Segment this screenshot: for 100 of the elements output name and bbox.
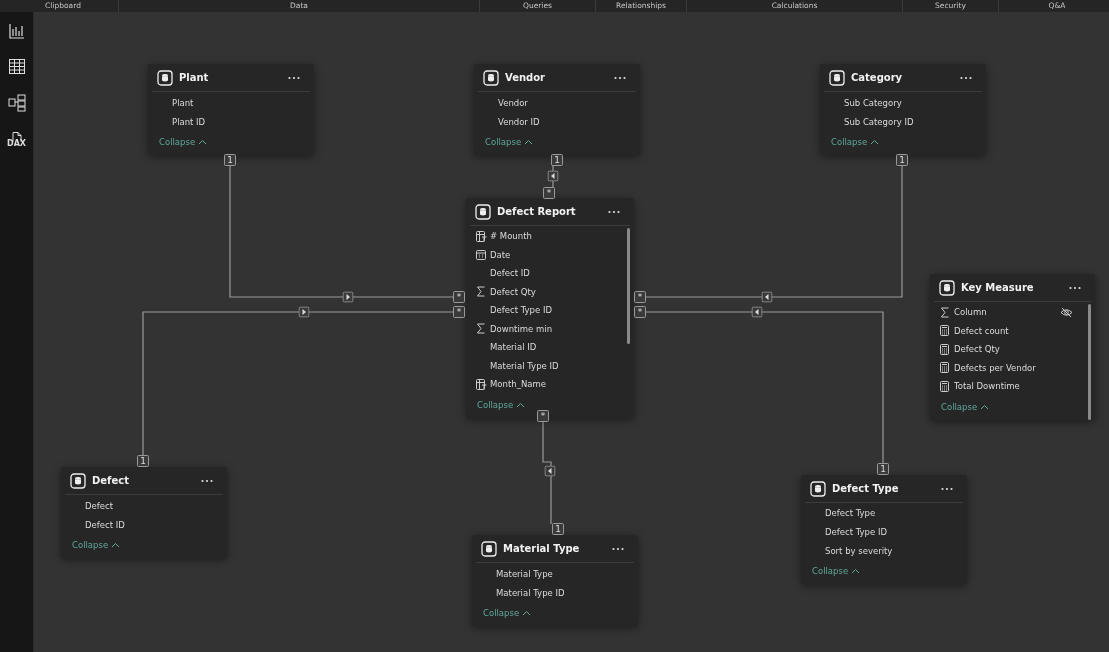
table-card[interactable]: Defect Defect Defect ID Collapse (61, 467, 227, 558)
field-name: Defect Type (825, 508, 877, 519)
field-item[interactable]: Material ID (466, 338, 634, 357)
field-item[interactable]: Defect Type ID (801, 522, 967, 542)
table-icon (481, 540, 497, 557)
field-name: Defect Qty (490, 286, 537, 297)
collapse-link[interactable]: Collapse (61, 534, 125, 558)
field-name: # Mounth (490, 231, 533, 242)
scrollbar[interactable] (627, 228, 630, 344)
field-name: Sub Category ID (844, 116, 915, 127)
field-name: Plant (172, 97, 195, 108)
field-name: Total Downtime (954, 381, 1021, 392)
more-options-icon[interactable] (1069, 285, 1081, 290)
field-item[interactable]: Defect (61, 496, 227, 515)
field-item[interactable]: Date (466, 245, 634, 264)
field-item[interactable]: Material Type ID (472, 583, 638, 602)
sigma-icon (476, 323, 486, 335)
table-grid-icon[interactable] (8, 59, 25, 74)
caret-up-icon[interactable] (111, 542, 121, 548)
field-item[interactable]: Defect Type (801, 504, 967, 523)
table-card[interactable]: Plant Plant Plant ID Collapse (148, 64, 314, 155)
hidden-eye-icon[interactable] (1060, 306, 1073, 318)
table-title: Category (851, 72, 904, 83)
collapse-link[interactable]: Collapse (801, 560, 865, 585)
more-options-icon[interactable] (608, 209, 620, 214)
field-item[interactable]: Total Downtime (930, 377, 1095, 396)
table-card[interactable]: Vendor Vendor Vendor ID Collapse (474, 64, 640, 155)
field-name: Date (490, 249, 512, 260)
collapse-link[interactable]: Collapse (148, 131, 212, 155)
cardinality-label: 1 (551, 154, 563, 166)
field-name: Downtime min (490, 323, 554, 334)
table-title: Defect Type (832, 483, 900, 494)
table-title: Material Type (503, 543, 581, 554)
caret-up-icon[interactable] (851, 568, 861, 575)
field-name: Month_Name (490, 379, 547, 390)
collapse-link[interactable]: Collapse (474, 131, 538, 155)
field-item[interactable]: Sort by severity (801, 541, 967, 561)
table-icon (157, 69, 173, 86)
field-name: Defect count (954, 325, 1010, 336)
field-name: Material ID (490, 342, 538, 353)
field-item[interactable]: Month_Name (466, 375, 634, 394)
field-item[interactable]: Defect Qty (930, 340, 1095, 359)
table-card[interactable]: Key Measure Column Defect count Defect Qty Defects per Vendor Total Downtime Collapse (930, 274, 1095, 420)
collapse-link[interactable]: Collapse (466, 393, 530, 418)
more-options-icon[interactable] (288, 75, 300, 80)
field-name: Material Type ID (490, 360, 560, 371)
more-options-icon[interactable] (614, 75, 626, 80)
cardinality-label: * (634, 306, 646, 318)
caret-up-icon[interactable] (870, 139, 880, 145)
more-options-icon[interactable] (201, 478, 213, 483)
caret-up-icon[interactable] (980, 403, 990, 410)
field-name: Plant ID (172, 116, 207, 127)
table-card[interactable]: Category Sub Category Sub Category ID Collapse (820, 64, 986, 155)
collapse-link[interactable]: Collapse (472, 602, 536, 626)
caret-up-icon[interactable] (524, 139, 534, 145)
table-icon (829, 69, 845, 86)
table-icon (475, 203, 491, 220)
caret-up-icon[interactable] (198, 139, 208, 145)
field-item[interactable]: Column (930, 303, 1095, 322)
calculator-icon (940, 325, 949, 337)
model-diagram-icon[interactable] (7, 94, 26, 112)
calculated-column-icon (476, 378, 487, 390)
field-item[interactable]: Sub Category ID (820, 112, 986, 131)
more-options-icon[interactable] (960, 75, 972, 80)
cardinality-label: 1 (877, 463, 889, 475)
field-item[interactable]: Defect Qty (466, 282, 634, 301)
field-item[interactable]: Material Type (472, 564, 638, 583)
cardinality-label: 1 (224, 154, 236, 166)
field-name: Vendor ID (498, 116, 541, 127)
field-item[interactable]: Defect count (930, 321, 1095, 340)
field-item[interactable]: Downtime min (466, 319, 634, 338)
table-title: Defect Report (497, 206, 577, 217)
collapse-link[interactable]: Collapse (820, 131, 884, 155)
field-name: Defect ID (85, 519, 126, 530)
field-item[interactable]: Defects per Vendor (930, 358, 1095, 377)
collapse-link[interactable]: Collapse (930, 395, 994, 420)
table-card[interactable]: Defect Type Defect Type Defect Type ID Sort by severity Collapse (801, 475, 967, 585)
field-item[interactable]: Vendor (474, 93, 640, 112)
field-item[interactable]: Defect ID (466, 264, 634, 283)
field-item[interactable]: # Mounth (466, 227, 634, 246)
field-item[interactable]: Plant (148, 93, 314, 112)
caret-up-icon[interactable] (516, 401, 526, 408)
scrollbar[interactable] (1088, 304, 1091, 420)
cardinality-label: * (453, 291, 465, 303)
field-item[interactable]: Plant ID (148, 112, 314, 131)
table-card[interactable]: Material Type Material Type Material Type ID Collapse (472, 535, 638, 626)
filter-direction-icon (342, 291, 354, 303)
caret-up-icon[interactable] (522, 610, 532, 616)
more-options-icon[interactable] (941, 486, 953, 491)
field-item[interactable]: Defect Type ID (466, 301, 634, 320)
calendar-icon (476, 249, 486, 260)
field-item[interactable]: Sub Category (820, 93, 986, 112)
bar-chart-icon[interactable] (8, 23, 25, 39)
field-item[interactable]: Defect ID (61, 515, 227, 534)
field-name: Defect Qty (954, 344, 1001, 355)
table-icon (810, 480, 826, 497)
more-options-icon[interactable] (612, 546, 624, 551)
field-name: Material Type (496, 568, 554, 579)
field-item[interactable]: Material Type ID (466, 356, 634, 375)
field-item[interactable]: Vendor ID (474, 112, 640, 131)
